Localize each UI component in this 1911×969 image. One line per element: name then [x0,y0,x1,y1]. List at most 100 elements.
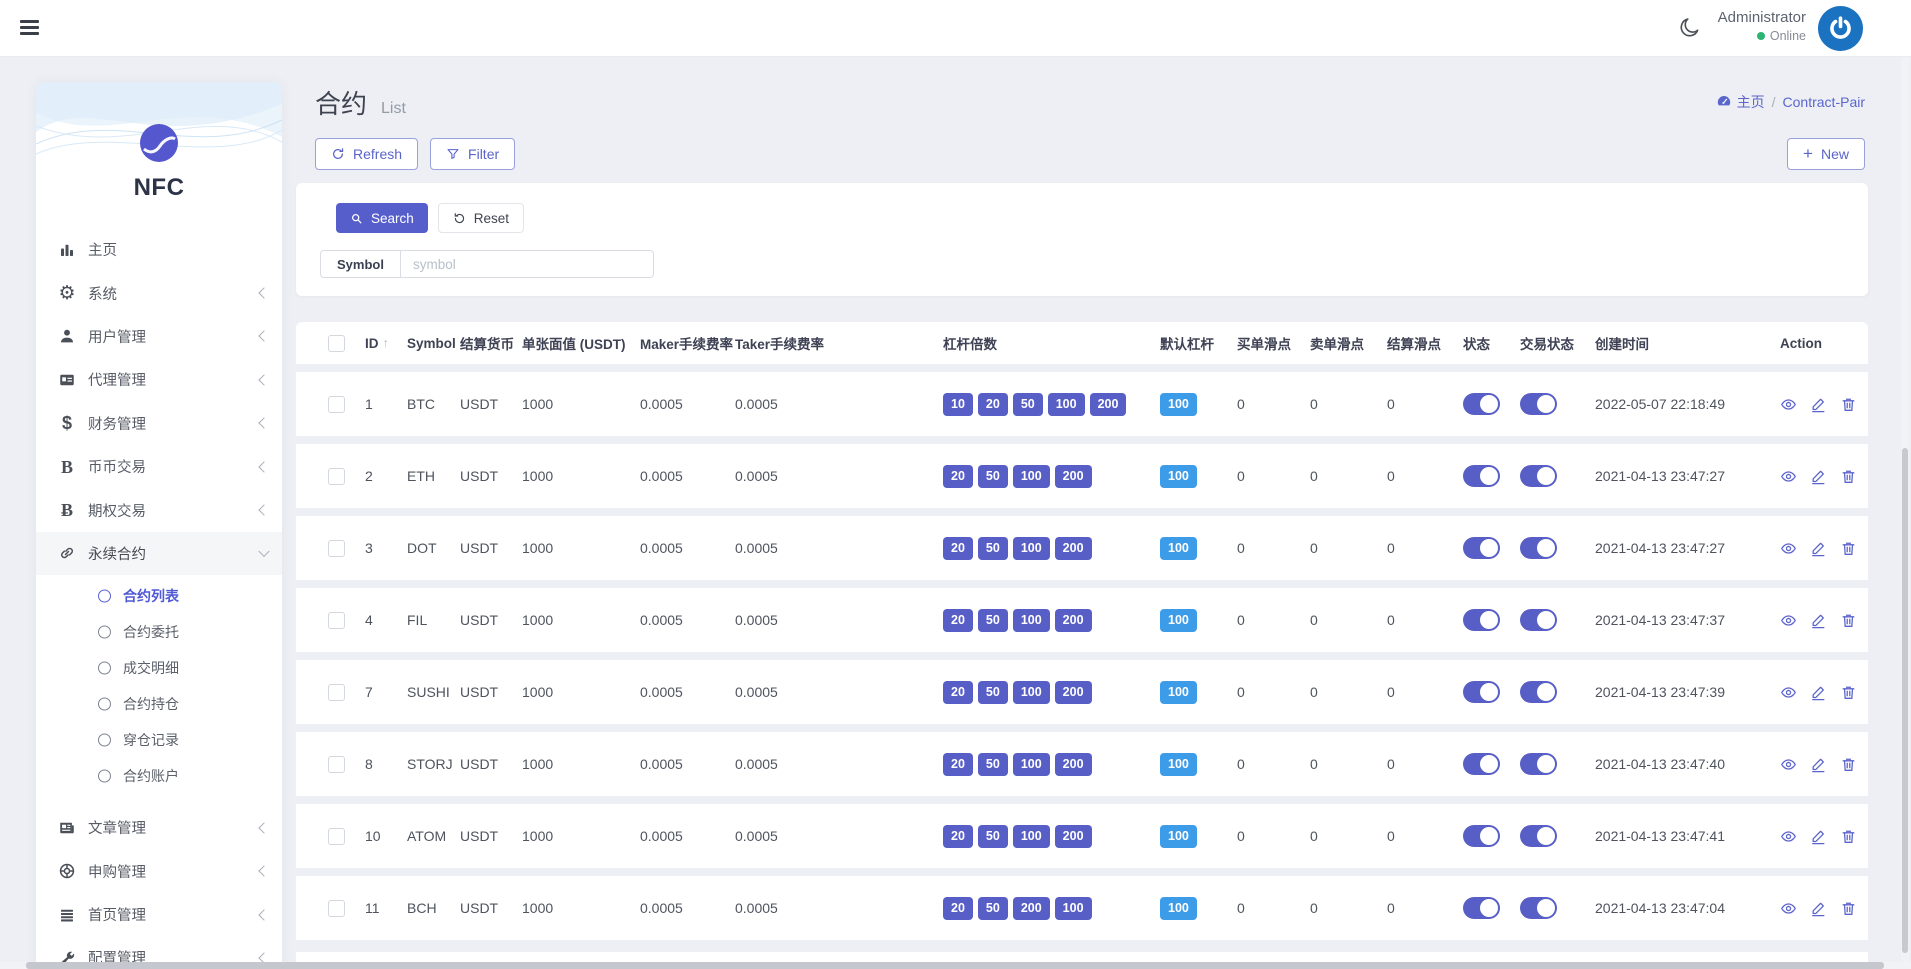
symbol-input[interactable] [400,250,654,278]
edit-button[interactable] [1810,900,1827,917]
delete-button[interactable] [1840,396,1857,413]
delete-button[interactable] [1840,756,1857,773]
sidebar-item-users[interactable]: 用户管理 [36,315,282,358]
new-button[interactable]: + New [1787,138,1865,170]
toggle-knob [1537,467,1555,485]
sidebar-item-home[interactable]: 主页 [36,228,282,271]
trade-status-toggle[interactable] [1520,753,1557,775]
view-button[interactable] [1780,612,1797,629]
delete-button[interactable] [1840,684,1857,701]
status-toggle[interactable] [1463,537,1500,559]
status-toggle[interactable] [1463,897,1500,919]
edit-button[interactable] [1810,396,1827,413]
status-toggle[interactable] [1463,825,1500,847]
sidebar-item-system[interactable]: ⚙ 系统 [36,271,282,314]
sidebar-subitem[interactable]: 成交明细 [36,650,282,686]
refresh-icon [333,148,344,159]
row-checkbox[interactable] [328,683,345,701]
avatar[interactable] [1818,6,1863,51]
dark-mode-moon-icon[interactable] [1678,16,1701,39]
leverage-badge: 50 [977,752,1008,776]
sidebar-subitem-label: 穿仓记录 [123,732,179,749]
edit-button[interactable] [1810,612,1827,629]
status-toggle[interactable] [1463,681,1500,703]
edit-button[interactable] [1810,756,1827,773]
status-toggle[interactable] [1463,753,1500,775]
delete-button[interactable] [1840,900,1857,917]
delete-button[interactable] [1840,540,1857,557]
cell-symbol: STORJ [407,756,453,772]
reset-button[interactable]: Reset [437,203,525,233]
sidebar-subitem[interactable]: 合约委托 [36,614,282,650]
row-checkbox[interactable] [328,827,345,845]
menu-toggle-icon[interactable] [20,20,39,36]
horizontal-scrollbar-thumb[interactable] [26,962,1884,969]
cell-face-value: 1000 [522,900,554,916]
view-button[interactable] [1780,396,1797,413]
user-block[interactable]: Administrator Online [1718,9,1806,43]
view-button[interactable] [1780,684,1797,701]
edit-button[interactable] [1810,468,1827,485]
sidebar-item-articles[interactable]: 文章管理 [36,806,282,849]
row-checkbox[interactable] [328,611,345,629]
cell-sell-slippage: 0 [1310,612,1318,628]
trade-status-toggle[interactable] [1520,897,1557,919]
trade-status-toggle[interactable] [1520,825,1557,847]
select-all-checkbox[interactable] [328,334,345,352]
row-checkbox-cell [328,467,365,485]
refresh-button[interactable]: Refresh [315,138,419,170]
row-checkbox[interactable] [328,467,345,485]
view-button[interactable] [1780,540,1797,557]
search-button[interactable]: Search [336,203,428,233]
cell-settle-currency: USDT [460,396,499,412]
filter-button[interactable]: Filter [430,138,516,170]
row-checkbox[interactable] [328,539,345,557]
view-button[interactable] [1780,828,1797,845]
view-button[interactable] [1780,468,1797,485]
sidebar-item-agents[interactable]: 代理管理 [36,358,282,401]
delete-button[interactable] [1840,828,1857,845]
trade-status-toggle[interactable] [1520,393,1557,415]
sidebar-item-perpetual[interactable]: 永续合约 [36,531,282,576]
sidebar-item-subscribe[interactable]: 申购管理 [36,850,282,893]
edit-button[interactable] [1810,540,1827,557]
row-checkbox[interactable] [328,755,345,773]
vertical-scrollbar-thumb[interactable] [1902,448,1908,953]
status-toggle[interactable] [1463,393,1500,415]
default-leverage-badge: 100 [1160,536,1197,560]
table-header-row: ID ↑ Symbol 结算货币 单张面值 (USDT) Maker手续费率 Taker手续… [296,322,1868,364]
edit-button[interactable] [1810,684,1827,701]
sidebar-item-finance[interactable]: $ 财务管理 [36,402,282,445]
sidebar-subitem[interactable]: 合约持仓 [36,686,282,722]
sidebar-item-label: 主页 [88,243,117,260]
symbol-input-group: Symbol [320,250,654,278]
trade-status-toggle[interactable] [1520,537,1557,559]
status-toggle[interactable] [1463,465,1500,487]
column-header: 结算货币 [460,333,522,353]
sidebar-item-homepage[interactable]: 首页管理 [36,893,282,936]
row-checkbox[interactable] [328,395,345,413]
cell-created-at: 2022-05-07 22:18:49 [1595,396,1725,412]
edit-button[interactable] [1810,828,1827,845]
sort-asc-icon[interactable]: ↑ [383,336,389,350]
status-toggle[interactable] [1463,609,1500,631]
trade-status-toggle[interactable] [1520,465,1557,487]
delete-button[interactable] [1840,468,1857,485]
breadcrumb-home-link[interactable]: 主页 [1716,92,1765,112]
sidebar-subitem[interactable]: 合约列表 [36,578,282,614]
row-checkbox[interactable] [328,899,345,917]
view-button[interactable] [1780,900,1797,917]
sidebar-subitem[interactable]: 穿仓记录 [36,722,282,758]
sidebar-item-options[interactable]: Ƀ 期权交易 [36,488,282,531]
trade-status-toggle[interactable] [1520,609,1557,631]
breadcrumb-current[interactable]: Contract-Pair [1783,94,1865,110]
filter-button-label: Filter [468,146,500,162]
cell-maker-fee: 0.0005 [640,828,683,844]
cell-trade-status [1520,465,1595,487]
leverage-badge: 20 [943,896,973,920]
delete-button[interactable] [1840,612,1857,629]
trade-status-toggle[interactable] [1520,681,1557,703]
sidebar-subitem[interactable]: 合约账户 [36,758,282,794]
view-button[interactable] [1780,756,1797,773]
sidebar-item-spot[interactable]: B 币币交易 [36,445,282,488]
